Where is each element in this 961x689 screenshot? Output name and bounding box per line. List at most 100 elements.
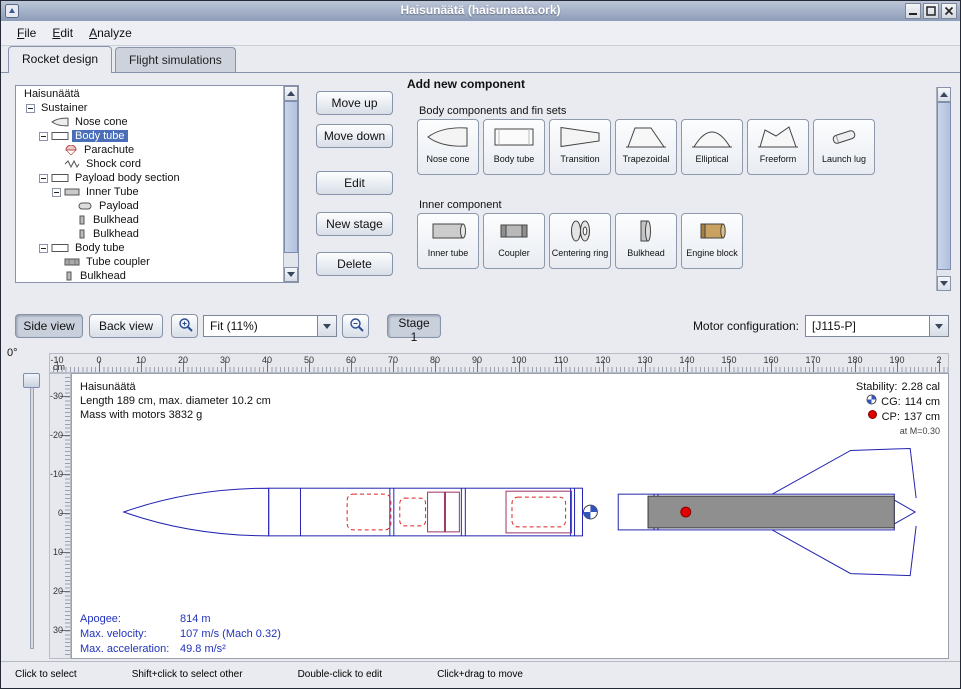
cg-icon (866, 394, 877, 409)
h-ruler-label: 60 (346, 355, 356, 365)
tree-item-body-tube-aft[interactable]: Body tube (17, 241, 282, 255)
minimize-button[interactable] (905, 3, 921, 19)
h-ruler-label: 160 (763, 355, 778, 365)
chevron-down-icon[interactable] (317, 316, 336, 336)
h-ruler-label: 190 (889, 355, 904, 365)
side-view-button[interactable]: Side view (15, 314, 83, 338)
motor-configuration-select[interactable]: [J115-P] (805, 315, 949, 337)
add-panel-scrollbar[interactable] (936, 87, 951, 291)
tree-item-payload[interactable]: Payload (17, 199, 282, 213)
tail-cone-shape (894, 500, 915, 524)
tree-item-shock-cord[interactable]: Shock cord (17, 157, 282, 171)
add-coupler-button[interactable]: Coupler (483, 213, 545, 269)
scroll-up-icon[interactable] (937, 87, 951, 102)
close-button[interactable] (941, 3, 957, 19)
shock-cord-shape (400, 498, 426, 526)
inner-tube-icon (426, 218, 470, 247)
app-window: Haisunäätä (haisunaata.ork) File Edit An… (0, 0, 961, 689)
move-up-button[interactable]: Move up (316, 91, 393, 115)
h-ruler-label: 180 (847, 355, 862, 365)
add-body-tube-button[interactable]: Body tube (483, 119, 545, 175)
add-centering-ring-button[interactable]: Centering ring (549, 213, 611, 269)
add-transition-button[interactable]: Transition (549, 119, 611, 175)
add-freeform-fin-button[interactable]: Freeform (747, 119, 809, 175)
add-launch-lug-button[interactable]: Launch lug (813, 119, 875, 175)
stability-readout: Stability:2.28 cal CG:114 cm CP:137 cm a… (856, 380, 940, 438)
zoom-select[interactable]: Fit (11%) (203, 315, 337, 337)
add-trapezoidal-fin-button[interactable]: Trapezoidal (615, 119, 677, 175)
view-bar: Side view Back view Fit (11%) Stage 1 Mo… (1, 307, 960, 345)
tree-scrollbar[interactable] (283, 86, 298, 282)
scroll-down-icon[interactable] (937, 276, 951, 291)
zoom-out-button[interactable] (342, 314, 369, 338)
delete-button[interactable]: Delete (316, 252, 393, 276)
trapezoidal-fin-icon (624, 124, 668, 153)
add-elliptical-fin-button[interactable]: Elliptical (681, 119, 743, 175)
tree-collapse-icon[interactable] (52, 188, 61, 197)
scroll-down-icon[interactable] (284, 267, 298, 282)
menu-analyze[interactable]: Analyze (81, 23, 140, 43)
v-ruler-label: 10 (53, 547, 63, 557)
elliptical-fin-icon (690, 124, 734, 153)
zoom-in-button[interactable] (171, 314, 198, 338)
rotation-slider-handle[interactable] (23, 373, 40, 388)
menu-file[interactable]: File (9, 23, 44, 43)
body-tube-icon (51, 243, 69, 253)
menu-edit[interactable]: Edit (44, 23, 81, 43)
tree-item-bulkhead[interactable]: Bulkhead (17, 213, 282, 227)
add-bulkhead-button[interactable]: Bulkhead (615, 213, 677, 269)
tree-collapse-icon[interactable] (39, 174, 48, 183)
body-tube-icon (51, 131, 69, 141)
new-stage-button[interactable]: New stage (316, 212, 393, 236)
v-ruler-label: 30 (53, 625, 63, 635)
tab-flight-simulations[interactable]: Flight simulations (115, 47, 236, 72)
add-nose-cone-button[interactable]: Nose cone (417, 119, 479, 175)
stage-1-toggle[interactable]: Stage 1 (387, 314, 441, 338)
scroll-up-icon[interactable] (284, 86, 298, 101)
tree-item-stage[interactable]: Sustainer (17, 101, 282, 115)
move-down-button[interactable]: Move down (316, 124, 393, 148)
back-view-button[interactable]: Back view (89, 314, 163, 338)
h-ruler-label: 130 (637, 355, 652, 365)
coupler-icon (492, 218, 536, 247)
tree-item-nose-cone[interactable]: Nose cone (17, 115, 282, 129)
rocket-canvas[interactable]: Haisunäätä Length 189 cm, max. diameter … (71, 373, 949, 659)
maximize-button[interactable] (923, 3, 939, 19)
hint-click-drag: Click+drag to move (437, 669, 523, 680)
tree-collapse-icon[interactable] (39, 244, 48, 253)
add-inner-tube-button[interactable]: Inner tube (417, 213, 479, 269)
scrollbar-thumb[interactable] (284, 101, 298, 253)
h-ruler-label: -10 (50, 355, 63, 365)
cg-value: 114 cm (905, 395, 940, 409)
tree-item-bulkhead[interactable]: Bulkhead (17, 227, 282, 241)
title-bar[interactable]: Haisunäätä (haisunaata.ork) (1, 1, 960, 22)
body-components-label: Body components and fin sets (419, 105, 566, 117)
tree-item-tube-coupler[interactable]: Tube coupler (17, 255, 282, 269)
rotation-slider[interactable] (30, 375, 34, 649)
v-ruler-label: -20 (50, 430, 63, 440)
tree-item-inner-tube[interactable]: Inner Tube (17, 185, 282, 199)
tree-item-body-tube[interactable]: Body tube (17, 129, 282, 143)
tree-item-rocket[interactable]: Haisunäätä (17, 87, 282, 101)
payload-shape (512, 497, 566, 527)
tree-actions: Move up Move down Edit New stage Delete (316, 91, 393, 276)
bulkhead-icon (77, 229, 87, 239)
h-ruler-label: 0 (96, 355, 101, 365)
inner-tube-icon (64, 187, 80, 197)
scrollbar-thumb[interactable] (937, 102, 951, 270)
edit-button[interactable]: Edit (316, 171, 393, 195)
h-ruler-label: 90 (472, 355, 482, 365)
tree-collapse-icon[interactable] (26, 104, 35, 113)
tree-item-payload-body-section[interactable]: Payload body section (17, 171, 282, 185)
tab-strip: Rocket design Flight simulations (1, 45, 960, 73)
window-title: Haisunäätä (haisunaata.ork) (1, 3, 960, 17)
tab-rocket-design[interactable]: Rocket design (8, 46, 112, 73)
rotation-label: 0° (7, 347, 18, 359)
tree-item-bulkhead-aft[interactable]: Bulkhead (17, 269, 282, 281)
launch-lug-icon (822, 124, 866, 153)
tree-item-parachute[interactable]: Parachute (17, 143, 282, 157)
tree-collapse-icon[interactable] (39, 132, 48, 141)
chevron-down-icon[interactable] (929, 316, 948, 336)
h-ruler-label: 80 (430, 355, 440, 365)
add-engine-block-button[interactable]: Engine block (681, 213, 743, 269)
